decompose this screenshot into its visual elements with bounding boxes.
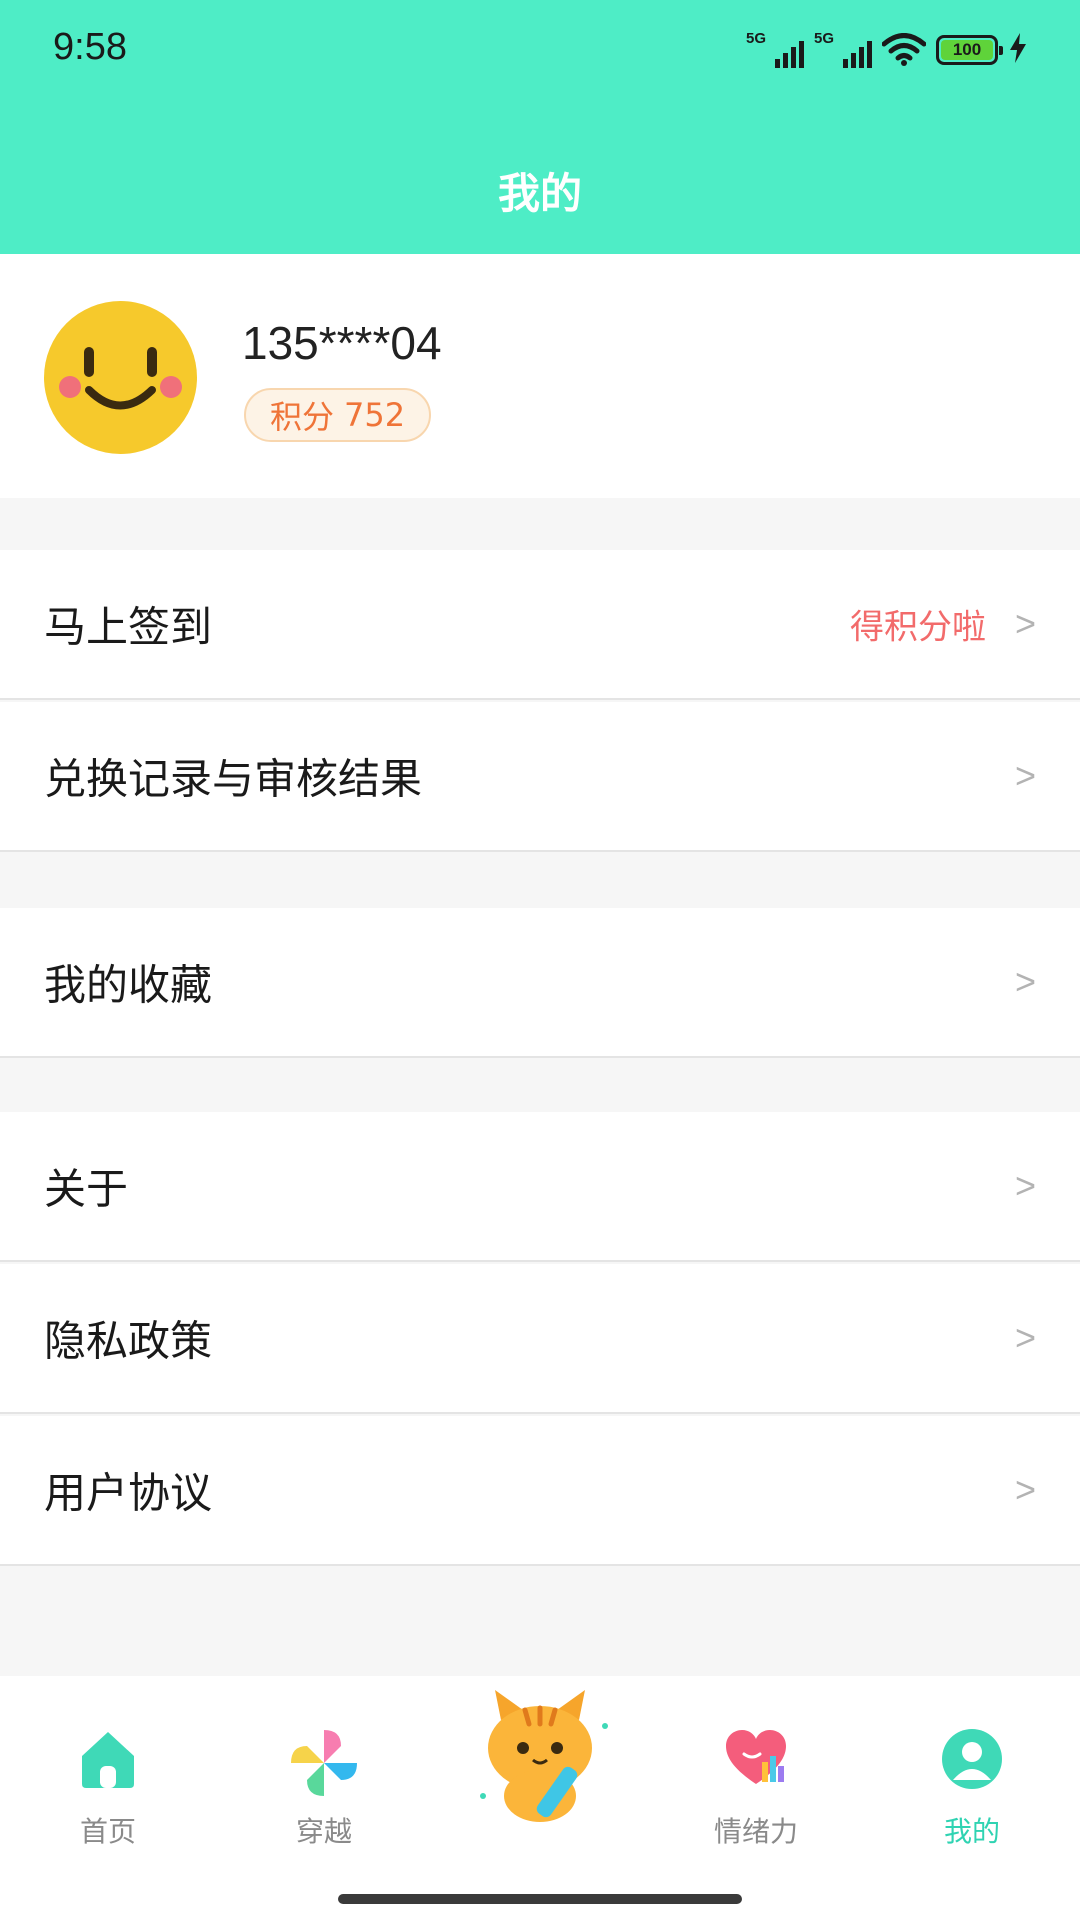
chevron-right-icon: > <box>1014 1317 1036 1358</box>
nav-label: 我的 <box>943 1815 1000 1848</box>
menu-item-label: 马上签到 <box>44 602 213 652</box>
points-value: 752 <box>344 396 406 434</box>
avatar[interactable] <box>44 301 197 454</box>
user-icon <box>941 1728 1003 1794</box>
smiley-face-icon <box>59 347 182 410</box>
page-title: 我的 <box>497 169 582 218</box>
menu-item-sign-in[interactable]: 马上签到 得积分啦 > <box>0 550 1080 700</box>
points-label: 积分 <box>270 398 335 436</box>
nav-item-center[interactable] <box>460 1636 620 1876</box>
pinwheel-icon <box>289 1728 359 1802</box>
wifi-icon <box>882 33 926 67</box>
nav-item-travel[interactable]: 穿越 <box>244 1676 404 1876</box>
nav-item-mine[interactable]: 我的 <box>892 1676 1052 1876</box>
chevron-right-icon: > <box>1014 1469 1036 1510</box>
menu-item-label: 兑换记录与审核结果 <box>44 754 423 804</box>
chevron-right-icon: > <box>1014 755 1036 796</box>
signal-icon: 5G <box>746 30 804 70</box>
battery-icon: 100 <box>936 35 1003 65</box>
home-icon <box>78 1728 138 1796</box>
chevron-right-icon: > <box>1014 603 1036 644</box>
menu-item-favorites[interactable]: 我的收藏 > <box>0 908 1080 1058</box>
charging-icon <box>1008 33 1028 67</box>
profile-card[interactable]: 135****04 积分 752 <box>0 254 1080 498</box>
sign-in-hint: 得积分啦 <box>850 607 986 648</box>
menu-item-privacy-policy[interactable]: 隐私政策 > <box>0 1264 1080 1414</box>
nav-label: 穿越 <box>295 1815 352 1848</box>
status-icons: 5G 5G 100 <box>746 28 1028 72</box>
nav-label: 首页 <box>79 1815 136 1848</box>
header: 9:58 5G 5G 100 我的 <box>0 0 1080 254</box>
chevron-right-icon: > <box>1014 1165 1036 1206</box>
screen: 9:58 5G 5G 100 我的 135****04 积分 752 马上签到 … <box>0 0 1080 1920</box>
network-label: 5G <box>814 30 835 47</box>
network-label: 5G <box>746 30 767 47</box>
nav-label: 情绪力 <box>713 1815 798 1848</box>
status-time: 9:58 <box>53 26 127 68</box>
menu-item-label: 我的收藏 <box>44 960 213 1010</box>
username: 135****04 <box>242 317 442 369</box>
signal-icon: 5G <box>814 30 872 70</box>
battery-level: 100 <box>941 40 993 60</box>
home-indicator[interactable] <box>338 1894 742 1904</box>
chevron-right-icon: > <box>1014 961 1036 1002</box>
nav-item-home[interactable]: 首页 <box>28 1676 188 1876</box>
menu-item-user-agreement[interactable]: 用户协议 > <box>0 1416 1080 1566</box>
bottom-nav: 首页 穿越 情绪力 我的 <box>0 1676 1080 1920</box>
points-badge[interactable]: 积分 752 <box>244 388 432 442</box>
heart-chart-icon <box>724 1728 788 1792</box>
cat-mascot-icon <box>465 1686 615 1830</box>
menu-item-label: 用户协议 <box>44 1468 213 1518</box>
menu-item-label: 隐私政策 <box>44 1316 213 1366</box>
menu-item-label: 关于 <box>44 1164 129 1214</box>
nav-item-emotion[interactable]: 情绪力 <box>676 1676 836 1876</box>
menu-item-about[interactable]: 关于 > <box>0 1112 1080 1262</box>
menu-item-exchange-records[interactable]: 兑换记录与审核结果 > <box>0 702 1080 852</box>
